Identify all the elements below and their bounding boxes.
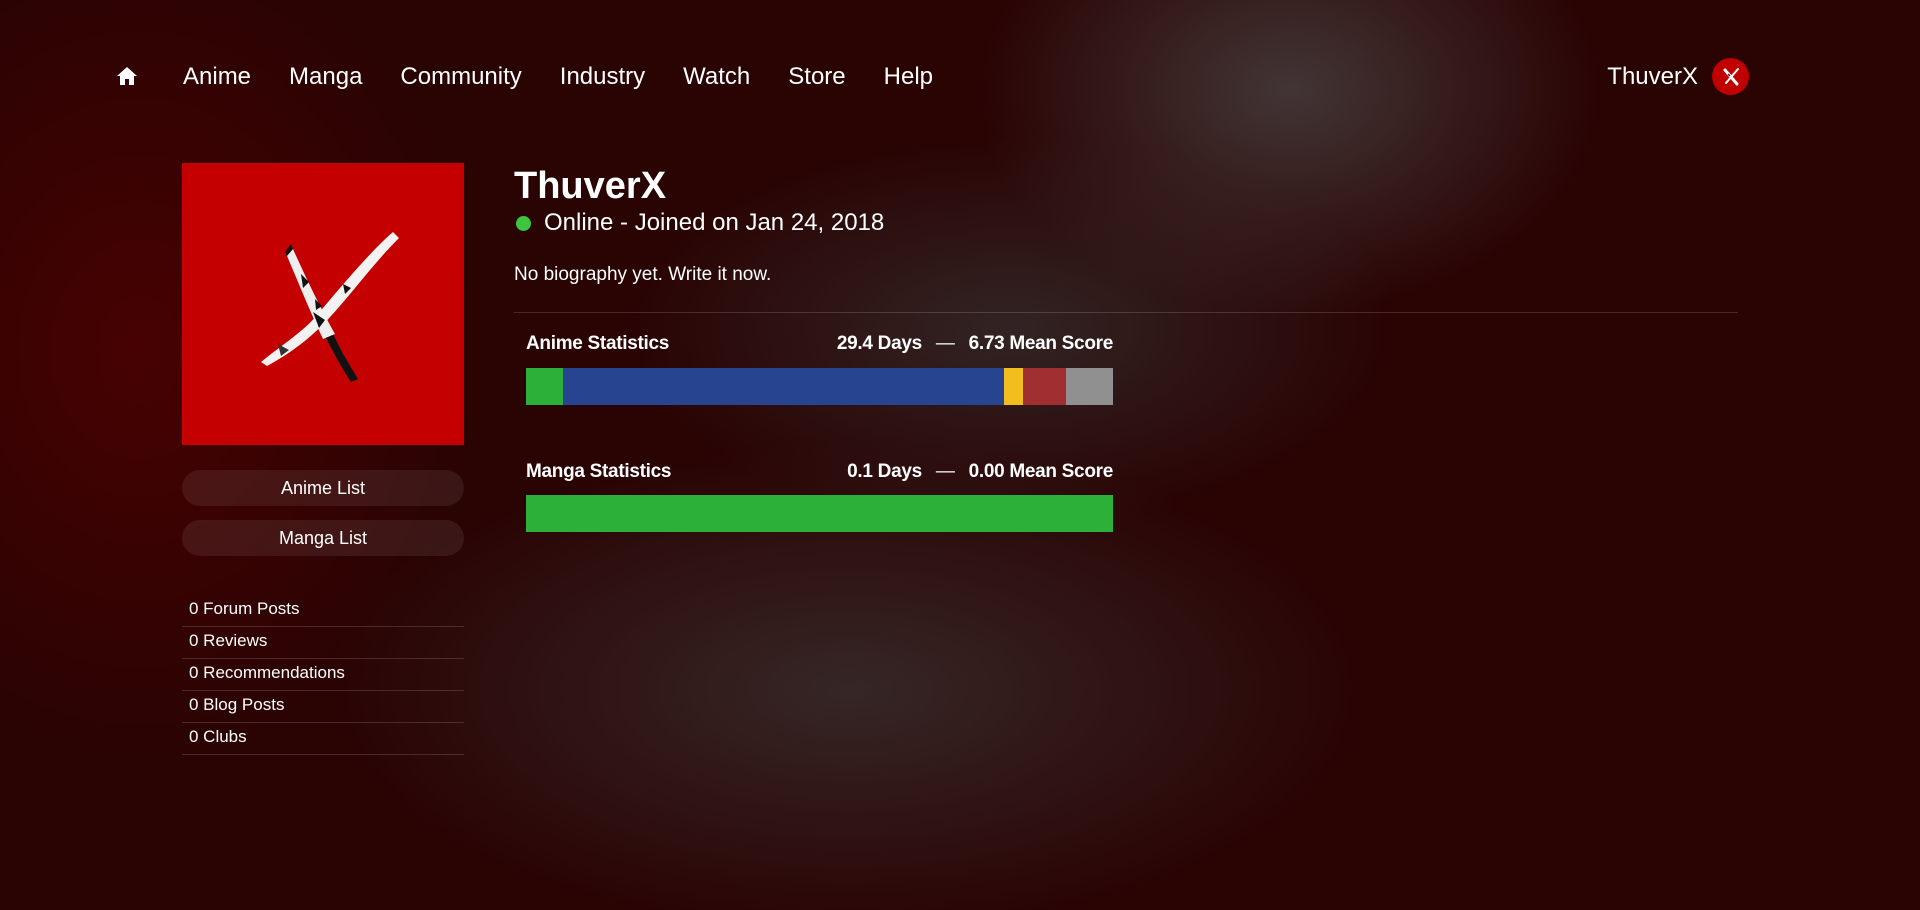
manga-list-button[interactable]: Manga List — [182, 520, 464, 556]
manga-mean-score: 0.00 Mean Score — [968, 461, 1114, 482]
status-text: Online - Joined on Jan 24, 2018 — [544, 209, 885, 236]
forum-posts-count[interactable]: 0 Forum Posts — [182, 596, 464, 627]
manga-stats-bar — [526, 495, 1113, 532]
nav-manga[interactable]: Manga — [289, 62, 362, 92]
anime-stats-segment-4[interactable] — [1066, 368, 1113, 405]
anime-days: 29.4 Days — [836, 333, 922, 354]
nav-community[interactable]: Community — [400, 62, 521, 92]
x-logo-icon — [261, 232, 399, 382]
nav-industry[interactable]: Industry — [560, 62, 645, 92]
user-menu[interactable]: ThuverX — [1607, 58, 1749, 95]
nav-watch[interactable]: Watch — [683, 62, 750, 92]
anime-stats-segment-3[interactable] — [1023, 368, 1067, 405]
reviews-count[interactable]: 0 Reviews — [182, 628, 464, 659]
profile-status: Online - Joined on Jan 24, 2018 — [516, 209, 884, 237]
separator: — — [935, 461, 955, 482]
nav-links: Anime Manga Community Industry Watch Sto… — [183, 62, 933, 92]
nav-avatar[interactable] — [1712, 58, 1749, 95]
biography[interactable]: No biography yet. Write it now. — [514, 264, 771, 286]
manga-stats-header: Manga Statistics 0.1 Days — 0.00 Mean Sc… — [526, 461, 1113, 483]
online-status-dot — [516, 215, 531, 231]
clubs-count[interactable]: 0 Clubs — [182, 724, 464, 755]
manga-stats-segment-0[interactable] — [526, 495, 1113, 532]
anime-stats-segment-2[interactable] — [1004, 368, 1024, 405]
anime-stats-segment-0[interactable] — [526, 368, 563, 405]
nav-store[interactable]: Store — [788, 62, 845, 92]
profile-name: ThuverX — [514, 165, 667, 207]
manga-days: 0.1 Days — [847, 461, 922, 482]
manga-stats-title: Manga Statistics — [526, 461, 672, 482]
nav-anime[interactable]: Anime — [183, 62, 251, 92]
anime-stats-segment-1[interactable] — [562, 368, 1005, 405]
anime-mean-score: 6.73 Mean Score — [968, 333, 1114, 354]
anime-stats-bar — [526, 368, 1113, 405]
blog-posts-count[interactable]: 0 Blog Posts — [182, 692, 464, 723]
activity-stats: 0 Forum Posts 0 Reviews 0 Recommendation… — [182, 596, 464, 756]
profile-avatar — [182, 163, 464, 445]
top-nav: Anime Manga Community Industry Watch Sto… — [0, 56, 1920, 98]
separator: — — [935, 333, 955, 354]
nav-username[interactable]: ThuverX — [1607, 63, 1698, 91]
recommendations-count[interactable]: 0 Recommendations — [182, 660, 464, 691]
nav-help[interactable]: Help — [884, 62, 933, 92]
divider — [514, 312, 1738, 313]
anime-list-button[interactable]: Anime List — [182, 470, 464, 506]
anime-stats-header: Anime Statistics 29.4 Days — 6.73 Mean S… — [526, 333, 1113, 355]
home-icon[interactable] — [115, 64, 139, 88]
anime-stats-title: Anime Statistics — [526, 333, 670, 354]
